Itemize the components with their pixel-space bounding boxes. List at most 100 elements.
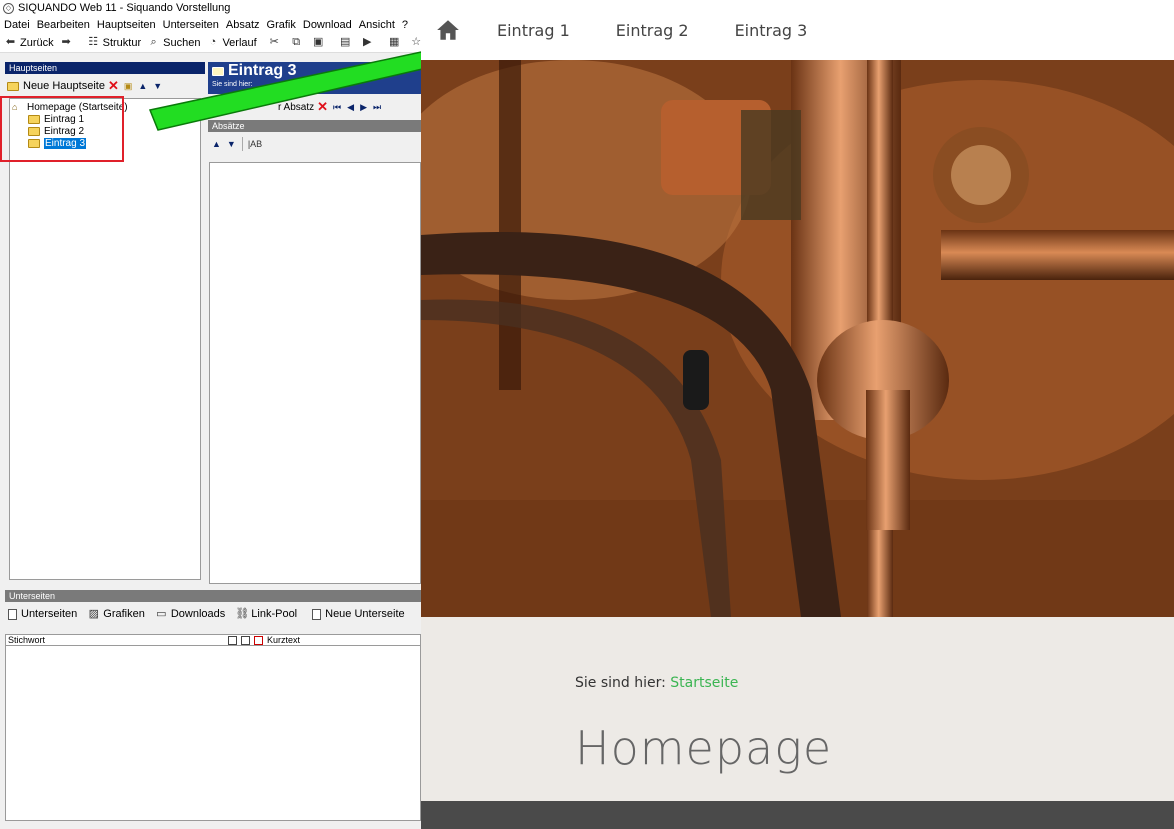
col-heart-icon[interactable] [254,636,263,645]
red-highlight-box [0,96,124,162]
menu-bearbeiten[interactable]: Bearbeiten [37,19,90,31]
menu-download[interactable]: Download [303,19,352,31]
breadcrumb-prefix: Sie sind hier: [575,675,666,691]
cut-button[interactable]: ✂ [268,36,284,49]
new-unterseite-button[interactable]: Neue Unterseite [312,608,405,620]
copper-brewery-photo [421,60,1174,617]
page-icon [8,608,17,620]
footer-bar [421,801,1174,829]
nav-eintrag-3[interactable]: Eintrag 3 [735,21,808,40]
new-absatz-button[interactable]: r Absatz [278,102,314,113]
unterseiten-pane: Unterseiten Unterseiten ▨ Grafiken ▭ Dow… [5,590,421,829]
folder-icon [7,81,19,91]
home-icon[interactable] [435,17,461,43]
tab-label: Grafiken [103,608,145,620]
hauptseiten-toolbar: Neue Hauptseite ✕ ▣ ▲ ▼ [5,74,205,98]
col-check-icon[interactable] [241,636,250,645]
verlauf-label: Verlauf [222,36,257,49]
tab-label: Downloads [170,608,226,620]
suchen-button[interactable]: ⌕ Suchen [147,36,201,49]
star-icon: ☆ [411,36,421,48]
entry-pane: Eintrag 3 Sie sind hier: r Absatz ✕ ⏮ ◀ … [208,62,421,584]
unterseiten-tabs: Unterseiten ▨ Grafiken ▭ Downloads ⛓ Lin… [5,602,421,626]
page-icon [312,608,322,620]
first-icon[interactable]: ⏮ [333,102,341,113]
tab-label: Neue Unterseite [325,608,405,620]
sitemap-icon: ☷ [88,36,99,48]
menu-grafik[interactable]: Grafik [267,19,296,31]
prev-icon[interactable]: ◀ [347,102,354,113]
menu-help[interactable]: ? [402,19,408,31]
last-icon[interactable]: ⏭ [373,102,381,113]
preview-button[interactable]: ▶ [361,36,377,49]
window-title: SIQUANDO Web 11 - Siquando Vorstellung [18,2,231,14]
tab-downloads[interactable]: ▭ Downloads [155,608,225,621]
move-up-icon[interactable]: ▲ [138,81,147,91]
copy-icon: ⧉ [292,36,301,48]
window-icon: ▭ [156,607,167,620]
website-preview: Eintrag 1 Eintrag 2 Eintrag 3 Sie sind h… [421,0,1174,829]
nav-eintrag-2[interactable]: Eintrag 2 [616,21,689,40]
page-tree: ⌂ Homepage (Startseite) Eintrag 1 Eintra… [9,98,201,580]
nav-eintrag-1[interactable]: Eintrag 1 [497,21,570,40]
tab-grafiken[interactable]: ▨ Grafiken [87,608,145,621]
properties-icon: ▤ [340,36,351,48]
history-icon: ◔ [209,36,217,48]
forward-button[interactable]: ➡ [60,36,76,49]
absaetze-header: Absätze [208,120,421,132]
move-down-icon[interactable]: ▼ [227,139,236,149]
publish-button[interactable]: ▦ [388,36,404,49]
title-bar: ◇ SIQUANDO Web 11 - Siquando Vorstellung [0,0,421,16]
suchen-label: Suchen [163,36,201,49]
tab-link-pool[interactable]: ⛓ Link-Pool [235,608,297,621]
new-hauptseite-button[interactable]: Neue Hauptseite [23,80,105,92]
copy-button[interactable]: ⧉ [290,36,306,49]
menu-bar: Datei Bearbeiten Hauptseiten Unterseiten… [0,16,421,33]
toolbar-separator [241,137,243,151]
menu-hauptseiten[interactable]: Hauptseiten [97,19,156,31]
delete-icon[interactable]: ✕ [317,99,328,115]
menu-absatz[interactable]: Absatz [226,19,260,31]
arrow-left-icon: ⬅ [5,36,16,48]
absatz-toolbar: r Absatz ✕ ⏮ ◀ ▶ ⏭ [208,94,421,120]
absaetze-list[interactable] [209,162,421,584]
page-title: Homepage [575,721,833,775]
move-down-icon[interactable]: ▼ [153,81,162,91]
favorite-button[interactable]: ☆ [410,36,421,49]
tab-label: Link-Pool [251,608,298,620]
unterseiten-header: Unterseiten [5,590,421,602]
properties-icon[interactable]: ▣ [124,81,133,92]
text-format-icon[interactable]: |AB [248,139,262,149]
publish-icon: ▦ [389,36,400,48]
struktur-label: Struktur [102,36,142,49]
tab-label: Unterseiten [21,608,78,620]
absaetze-toolbar: ▲ ▼ |AB [208,132,421,156]
play-icon: ▶ [362,36,372,48]
next-icon[interactable]: ▶ [360,102,367,113]
move-up-icon[interactable]: ▲ [212,139,221,149]
col-stichwort[interactable]: Stichwort [8,635,228,645]
col-kurztext[interactable]: Kurztext [267,635,300,645]
back-button[interactable]: ⬅ Zurück [4,36,54,49]
arrow-right-icon: ➡ [61,36,71,48]
image-icon: ▨ [88,607,99,620]
unterseiten-list[interactable] [5,646,421,821]
scissors-icon: ✂ [269,36,279,48]
site-nav: Eintrag 1 Eintrag 2 Eintrag 3 [421,0,1174,60]
delete-icon[interactable]: ✕ [108,78,119,94]
menu-datei[interactable]: Datei [4,19,30,31]
breadcrumb-link-startseite[interactable]: Startseite [670,675,738,691]
menu-unterseiten[interactable]: Unterseiten [163,19,219,31]
verlauf-button[interactable]: ◔ Verlauf [206,36,257,49]
page-content: Sie sind hier: Startseite Homepage [421,617,1174,801]
paste-icon: ▣ [313,36,324,48]
col-image-icon[interactable] [228,636,237,645]
menu-ansicht[interactable]: Ansicht [359,19,395,31]
main-toolbar: ⬅ Zurück ➡ ☷ Struktur ⌕ Suchen ◔ Verlauf… [0,33,421,53]
paste-button[interactable]: ▣ [312,36,328,49]
link-icon: ⛓ [235,607,250,620]
tab-unterseiten[interactable]: Unterseiten [8,608,77,620]
properties-button[interactable]: ▤ [339,36,355,49]
siquando-app-window: ◇ SIQUANDO Web 11 - Siquando Vorstellung… [0,0,421,829]
struktur-button[interactable]: ☷ Struktur [87,36,142,49]
